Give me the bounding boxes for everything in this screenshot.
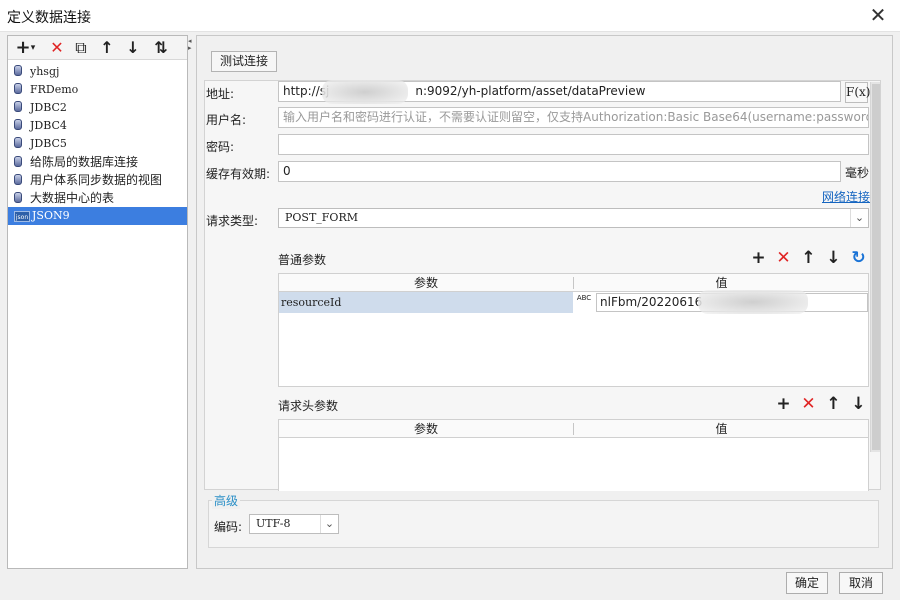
database-icon (14, 65, 22, 76)
delete-header-icon[interactable]: ✕ (796, 396, 821, 413)
list-item[interactable]: 给陈局的数据库连接 (8, 153, 187, 171)
network-connection-link[interactable]: 网络连接 (822, 188, 870, 205)
database-icon (14, 156, 22, 167)
scrollbar-thumb[interactable] (872, 84, 880, 450)
formula-button[interactable]: F(x) (845, 82, 870, 103)
splitter-arrows-icon[interactable]: ◂ ▸ (188, 38, 194, 52)
list-item[interactable]: 大数据中心的表 (8, 189, 187, 207)
move-down-param-icon[interactable]: ↓ (821, 250, 846, 267)
username-label: 用户名: (206, 113, 247, 127)
encoding-value: UTF-8 (256, 517, 291, 530)
password-input[interactable] (278, 134, 869, 155)
database-icon (14, 137, 22, 148)
connection-tree: yhsgj FRDemo JDBC2 JDBC4 JDBC5 给陈局的数据库连接… (8, 63, 187, 225)
redacted-blur (322, 80, 408, 104)
window-title: 定义数据连接 (7, 10, 91, 26)
delete-param-icon[interactable]: ✕ (771, 250, 796, 267)
add-header-icon[interactable]: + (771, 396, 796, 413)
refresh-icon[interactable]: ↻ (846, 250, 871, 267)
move-down-header-icon[interactable]: ↓ (846, 396, 871, 413)
move-up-icon[interactable]: ↑ (96, 37, 118, 59)
headers-table-header: 参数 值 (279, 420, 868, 438)
connection-name: FRDemo (30, 83, 79, 96)
connection-name: yhsgj (30, 65, 60, 78)
list-item[interactable]: JDBC2 (8, 99, 187, 117)
add-param-icon[interactable]: + (746, 250, 771, 267)
address-value-suffix: n:9092/yh-platform/asset/dataPreview (415, 84, 646, 98)
json-icon: json (14, 211, 30, 222)
list-item-selected[interactable]: json JSON9 (8, 207, 187, 225)
advanced-title: 高级 (212, 492, 241, 509)
chevron-down-icon[interactable]: ⌄ (850, 209, 868, 227)
add-dropdown-icon[interactable]: ▾ (28, 37, 38, 59)
cancel-button[interactable]: 取消 (839, 572, 883, 594)
ok-button[interactable]: 确定 (786, 572, 828, 594)
connection-name: JDBC2 (30, 101, 67, 114)
column-header-param: 参数 (413, 422, 438, 436)
close-icon[interactable]: ✕ (864, 2, 892, 28)
move-down-icon[interactable]: ↓ (122, 37, 144, 59)
title-bar: 定义数据连接 ✕ (0, 0, 900, 32)
connection-name: JDBC4 (30, 119, 67, 132)
request-type-select[interactable]: POST_FORM ⌄ (278, 208, 869, 228)
connection-list-panel: + ▾ ✕ ⧉ ↑ ↓ ⇅ yhsgj FRDemo JDBC2 JDBC4 J… (7, 35, 188, 569)
cache-input[interactable]: 0 (278, 161, 841, 182)
connection-name: JDBC5 (30, 137, 67, 150)
request-type-value: POST_FORM (285, 211, 358, 224)
database-icon (14, 119, 22, 130)
chevron-down-icon[interactable]: ⌄ (320, 515, 338, 533)
headers-table: 参数 值 (278, 419, 869, 491)
move-up-header-icon[interactable]: ↑ (821, 396, 846, 413)
copy-connection-icon[interactable]: ⧉ (70, 37, 92, 59)
encoding-select[interactable]: UTF-8 ⌄ (249, 514, 339, 534)
params-toolbar: + ✕ ↑ ↓ ↻ (746, 250, 871, 267)
connection-name: JSON9 (32, 209, 70, 222)
connection-name: 大数据中心的表 (30, 191, 115, 205)
list-item[interactable]: JDBC4 (8, 117, 187, 135)
headers-title: 请求头参数 (278, 399, 339, 413)
database-icon (14, 101, 22, 112)
headers-toolbar: + ✕ ↑ ↓ (771, 396, 871, 413)
request-type-label: 请求类型: (206, 214, 259, 228)
connection-name: 用户体系同步数据的视图 (30, 173, 163, 187)
address-label: 地址: (206, 87, 235, 101)
username-input[interactable]: 输入用户名和密码进行认证，不需要认证则留空，仅支持Authorization:B… (278, 107, 869, 128)
params-title: 普通参数 (278, 253, 327, 267)
cache-unit: 毫秒 (845, 166, 870, 180)
value-type-icon[interactable]: ABC (573, 292, 595, 313)
form-scrollbar[interactable] (870, 82, 880, 452)
column-header-value: 值 (715, 422, 728, 436)
list-item[interactable]: FRDemo (8, 81, 187, 99)
param-name-cell[interactable]: resourceId (279, 292, 573, 313)
password-label: 密码: (206, 140, 235, 154)
list-item[interactable]: yhsgj (8, 63, 187, 81)
delete-connection-icon[interactable]: ✕ (46, 37, 68, 59)
connection-name: 给陈局的数据库连接 (30, 155, 139, 169)
list-item[interactable]: 用户体系同步数据的视图 (8, 171, 187, 189)
list-item[interactable]: JDBC5 (8, 135, 187, 153)
move-up-param-icon[interactable]: ↑ (796, 250, 821, 267)
cache-label: 缓存有效期: (206, 167, 271, 181)
sort-icon[interactable]: ⇅ (150, 37, 172, 59)
test-connection-button[interactable]: 测试连接 (211, 51, 277, 72)
encoding-label: 编码: (214, 520, 243, 534)
redacted-blur (698, 290, 808, 314)
database-icon (14, 83, 22, 94)
database-icon (14, 192, 22, 203)
column-header-param: 参数 (413, 276, 438, 290)
connection-toolbar: + ▾ ✕ ⧉ ↑ ↓ ⇅ (8, 36, 187, 60)
database-icon (14, 174, 22, 185)
